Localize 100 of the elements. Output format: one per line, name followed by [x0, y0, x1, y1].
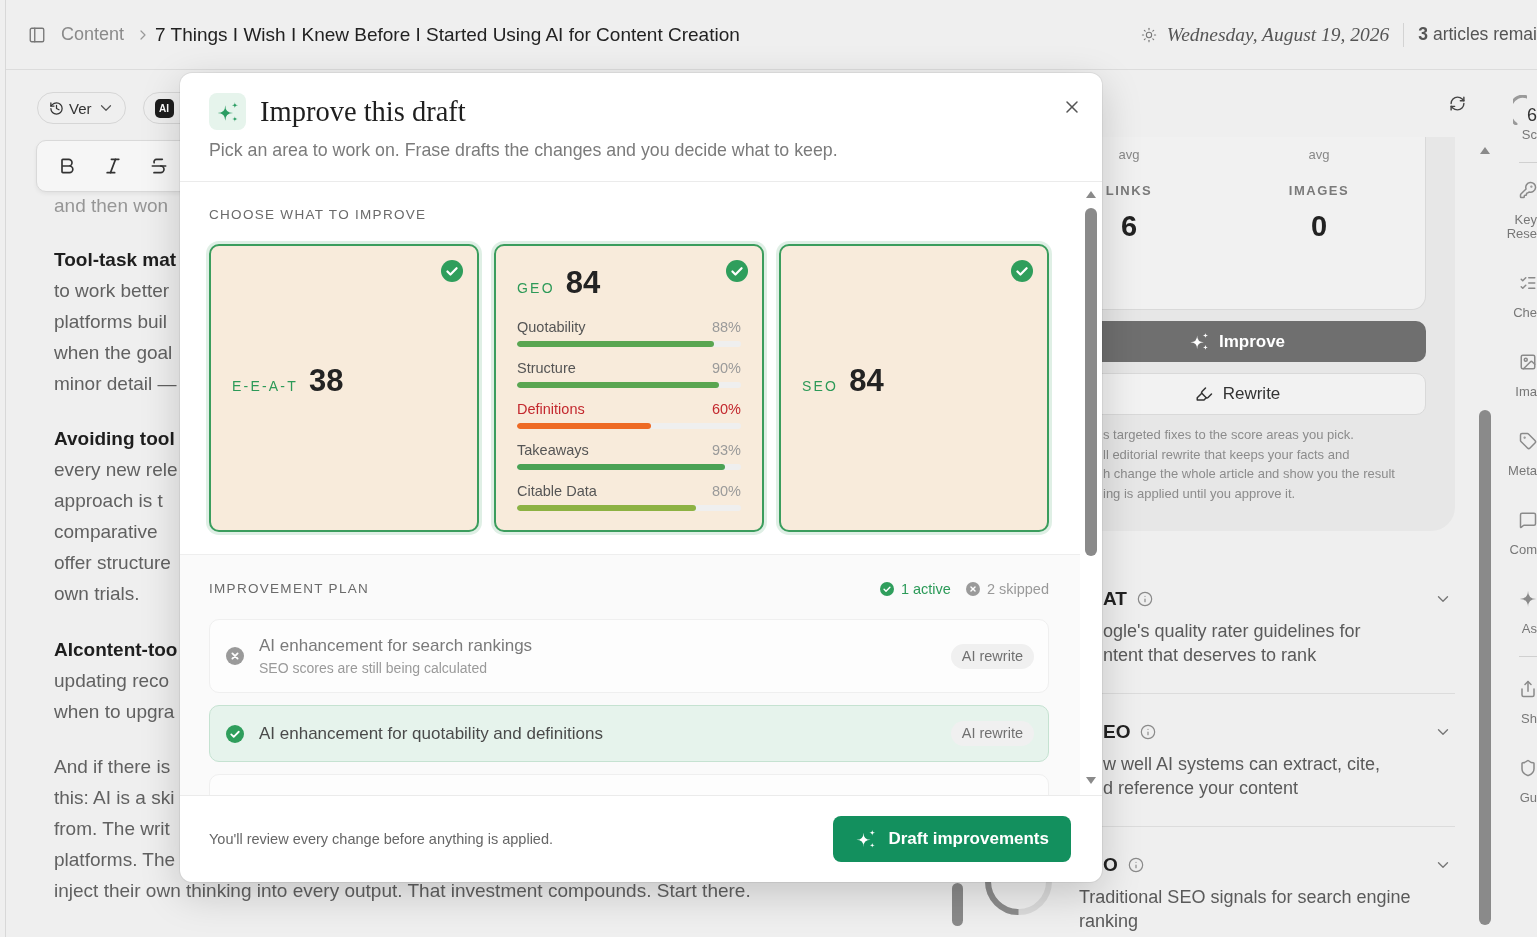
- section-title: AT: [1103, 587, 1127, 611]
- sidebar-tool-button[interactable]: Gu: [1519, 759, 1537, 805]
- shield-icon: [1519, 759, 1537, 777]
- score-button[interactable]: 6 Sc: [1513, 95, 1537, 142]
- paragraph-heading: AIcontent-too: [54, 637, 178, 662]
- metric-percent: 90%: [711, 359, 741, 377]
- image-icon: [1519, 353, 1537, 371]
- sidebar-tool-button[interactable]: As: [1519, 590, 1537, 636]
- highlighter-icon: [1194, 385, 1213, 403]
- score-area-card[interactable]: SEO 84: [779, 244, 1049, 532]
- scrollbar-thumb[interactable]: [1085, 207, 1097, 556]
- metric-label: Structure: [517, 359, 576, 377]
- sidebar-tool-button[interactable]: Key Rese: [1506, 181, 1537, 241]
- scroll-down-icon[interactable]: [1086, 777, 1096, 784]
- note-line: h change the whole article and show you the result: [1103, 465, 1395, 483]
- x-circle-icon: [965, 582, 980, 596]
- section-description-line: w well AI systems can extract, cite,: [1103, 753, 1381, 776]
- paragraph-line: updating reco: [54, 668, 170, 693]
- key-icon: [1519, 181, 1537, 199]
- info-icon[interactable]: [1127, 857, 1144, 873]
- scroll-up-icon[interactable]: [1086, 190, 1096, 198]
- articles-remaining-text: 3 articles remai: [1418, 24, 1537, 45]
- sidebar-tool-button[interactable]: Ima: [1515, 353, 1537, 399]
- check-circle-icon: [879, 582, 894, 596]
- sidebar-tool-button[interactable]: Che: [1513, 274, 1537, 320]
- comment-icon: [1519, 511, 1537, 529]
- breadcrumb-link[interactable]: Content: [61, 24, 125, 45]
- section-title: O: [1103, 853, 1118, 877]
- check-circle-icon: [441, 260, 463, 282]
- stat-value: 6: [1120, 210, 1138, 242]
- paragraph-line: minor detail —: [54, 371, 177, 396]
- section-description-line: ntent that deserves to rank: [1103, 644, 1317, 667]
- check-circle-icon: [226, 724, 244, 743]
- section-description-line: ogle's quality rater guidelines for: [1103, 620, 1361, 643]
- sparkles-icon: [856, 829, 877, 849]
- stat-label: IMAGES: [1288, 183, 1350, 199]
- score-area-card[interactable]: E-E-A-T 38: [209, 244, 479, 532]
- refresh-icon[interactable]: [1449, 95, 1466, 112]
- paragraph-line: when to upgra: [54, 699, 175, 724]
- area-score: 84: [849, 363, 884, 399]
- sparkles-icon: [209, 93, 246, 130]
- paragraph-line: own trials.: [54, 582, 140, 606]
- metric-label: Takeaways: [517, 441, 589, 459]
- faded-text-line: and then won: [54, 194, 169, 218]
- area-label: GEO: [517, 280, 555, 296]
- paragraph-line: this: AI is a ski: [54, 786, 175, 810]
- note-line: s targeted fixes to the score areas you pick.: [1103, 426, 1354, 444]
- metric-percent: 80%: [711, 482, 741, 500]
- scrollbar-thumb[interactable]: [952, 883, 963, 926]
- dialog-title: Improve this draft: [260, 95, 466, 129]
- paragraph-line: to work better: [54, 278, 170, 303]
- skipped-count: 2 skipped: [986, 580, 1049, 599]
- sidebar-icon[interactable]: [28, 25, 46, 44]
- area-score: 38: [308, 363, 344, 399]
- sun-icon: [1140, 26, 1157, 43]
- info-icon[interactable]: [1136, 591, 1153, 607]
- strikethrough-icon: [149, 156, 169, 176]
- paragraph-line: platforms buil: [54, 309, 167, 334]
- plan-item[interactable]: AI enhancement for search rankings SEO scores are still being calculated AI rewrite: [209, 619, 1049, 693]
- dialog-subtitle: Pick an area to work on. Frase drafts the changes and you decide what to keep.: [209, 139, 839, 162]
- metric-percent: 88%: [711, 318, 741, 336]
- check-circle-icon: [1011, 260, 1033, 282]
- paragraph-line: every new rele: [54, 458, 178, 482]
- paragraph-line: And if there is: [54, 755, 171, 779]
- score-area-card[interactable]: GEO 84 Quotability 88% Structure 90% Definitions 60% Takeaways 93% Citable Data 80%: [494, 244, 764, 532]
- tag-icon: [1519, 432, 1537, 450]
- rewrite-tag: AI rewrite: [950, 643, 1034, 669]
- info-icon[interactable]: [1140, 724, 1157, 740]
- paragraph-heading: Avoiding tool: [54, 427, 175, 451]
- check-circle-icon: [726, 260, 748, 282]
- date-text: Wednesday, August 19, 2026: [1166, 23, 1390, 46]
- rewrite-tag: AI rewrite: [950, 721, 1034, 746]
- note-line: ing is applied until you approve it.: [1103, 484, 1296, 503]
- metric-label: Quotability: [517, 318, 586, 336]
- metric-label: Definitions: [517, 400, 585, 418]
- sidebar-tool-button[interactable]: Sh: [1519, 680, 1537, 726]
- metric-percent: 60%: [711, 400, 741, 418]
- footer-note: You'll review every change before anything is applied.: [209, 831, 553, 847]
- sidebar-tool-button[interactable]: Meta: [1508, 432, 1537, 478]
- paragraph-line: platforms. The: [54, 848, 176, 872]
- section-label: CHOOSE WHAT TO IMPROVE: [209, 206, 428, 224]
- active-count: 1 active: [900, 580, 951, 599]
- paragraph-line: from. The writ: [54, 817, 170, 841]
- metric-percent: 93%: [711, 441, 741, 459]
- scroll-up-icon[interactable]: [1480, 147, 1490, 154]
- sidebar-tool-button[interactable]: Com: [1509, 511, 1537, 557]
- draft-improvements-button[interactable]: Draft improvements: [833, 816, 1071, 862]
- stat-value: 0: [1310, 210, 1328, 242]
- paragraph-line: offer structure: [54, 551, 171, 575]
- version-button[interactable]: Ver: [37, 92, 126, 124]
- x-circle-icon: [226, 647, 244, 665]
- paragraph-line: inject their own thinking into every output. That investment compounds. Start there.: [54, 879, 751, 903]
- area-label: SEO: [802, 378, 839, 394]
- plan-item-title: AI enhancement for quotability and definitions: [259, 722, 603, 745]
- plan-item[interactable]: AI enhancement for quotability and definitions AI rewrite: [209, 705, 1049, 762]
- scrollbar-thumb[interactable]: [1479, 410, 1491, 925]
- plan-item-title: AI enhancement for search rankings: [259, 635, 533, 657]
- area-label: E-E-A-T: [232, 378, 298, 394]
- stat-unit: avg: [1118, 147, 1140, 163]
- stat-unit: avg: [1308, 147, 1330, 163]
